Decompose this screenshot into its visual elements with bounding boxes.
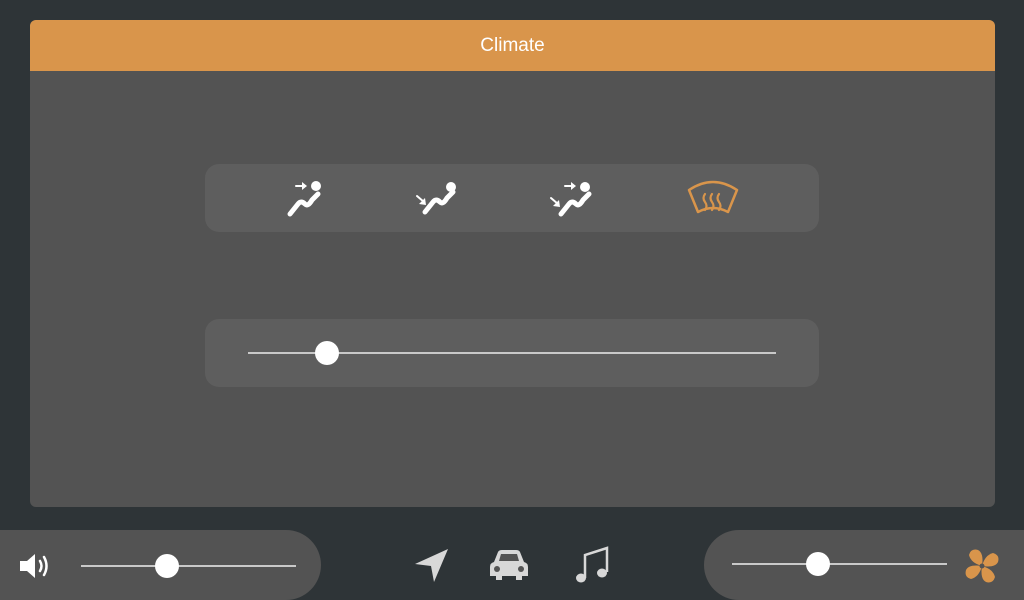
car-icon <box>490 550 528 580</box>
fan-button[interactable] <box>962 546 1002 586</box>
volume-control <box>0 530 321 600</box>
fan-control <box>704 530 1024 600</box>
airflow-mode-selector <box>205 164 819 232</box>
car-button[interactable] <box>485 542 533 588</box>
mode-button-defrost[interactable] <box>681 174 745 222</box>
fan-icon <box>965 549 999 583</box>
volume-button[interactable] <box>16 550 56 582</box>
climate-panel: Climate <box>30 20 995 507</box>
music-button[interactable] <box>567 542 615 588</box>
airflow-face-feet-icon <box>550 182 592 217</box>
volume-slider-track[interactable] <box>81 565 296 567</box>
climate-title: Climate <box>480 34 545 56</box>
mode-button-face-feet[interactable] <box>539 174 603 222</box>
fan-slider-thumb[interactable] <box>806 552 830 576</box>
navigation-button[interactable] <box>407 542 455 588</box>
fan-slider-track[interactable] <box>732 563 947 565</box>
temperature-slider-box <box>205 319 819 387</box>
airflow-feet-icon <box>416 182 456 215</box>
climate-header: Climate <box>30 20 995 71</box>
airflow-face-icon <box>287 181 321 217</box>
temperature-slider-thumb[interactable] <box>315 341 340 365</box>
navigation-icon <box>415 549 448 582</box>
music-icon <box>576 546 609 583</box>
speaker-volume-icon <box>20 554 48 578</box>
mode-button-face[interactable] <box>274 174 338 222</box>
windshield-defrost-icon <box>687 180 739 214</box>
volume-slider-thumb[interactable] <box>155 554 179 578</box>
mode-button-feet[interactable] <box>405 174 469 222</box>
